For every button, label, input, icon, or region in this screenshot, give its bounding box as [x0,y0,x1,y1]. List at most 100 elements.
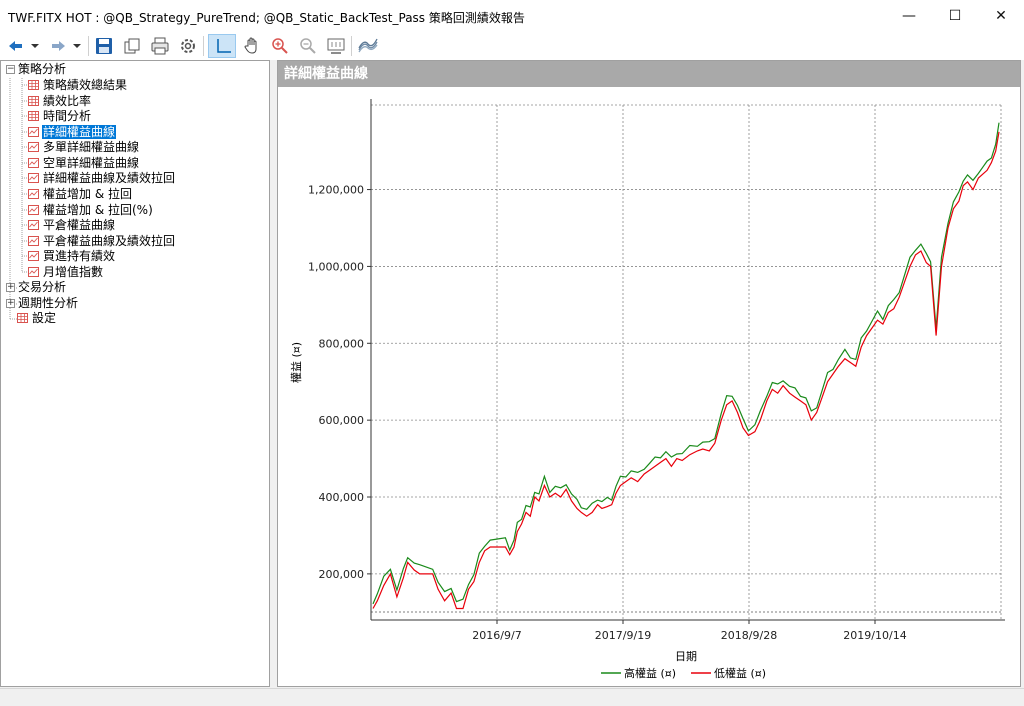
tree-item-label: 空單詳細權益曲線 [43,156,140,170]
chart-icon [28,267,39,277]
tree-item-short-equity-curve[interactable]: 空單詳細權益曲線 [28,156,140,171]
save-icon [96,38,112,54]
x-axis-ticks: 2016/9/7 2017/9/19 2018/9/28 2019/10/14 [472,620,907,642]
tree-item-label: 平倉權益曲線及績效拉回 [43,234,176,248]
zoom-in-button[interactable] [268,34,292,58]
toolbar [0,32,1024,60]
crosshair-tool-button[interactable] [208,34,236,58]
expand-toggle[interactable]: − [6,65,15,74]
tree-group-label: 策略分析 [18,62,67,76]
tree-group-strategy[interactable]: 策略分析 [17,62,67,77]
y-tick-label: 800,000 [319,337,365,350]
tree-group-label: 交易分析 [18,280,67,294]
print-button[interactable] [148,34,172,58]
tree-item-label: 月增值指數 [43,265,104,279]
minimize-button[interactable]: — [886,0,932,32]
fit-icon [327,38,345,54]
title-bar: TWF.FITX HOT : @QB_Strategy_PureTrend; @… [0,0,1024,32]
high-equity-series-line [372,122,1000,605]
tree-item-label: 權益增加 & 拉回(%) [43,203,153,217]
chart-icon [28,251,39,261]
x-tick-label: 2017/9/19 [595,629,651,642]
tree-item-equity-runup-percent[interactable]: 權益增加 & 拉回(%) [28,203,154,218]
table-icon [28,80,39,90]
dropdown-icon [31,44,39,48]
low-equity-series-line [372,131,1000,610]
forward-button[interactable] [46,34,70,58]
tree-item-ratios[interactable]: 績效比率 [28,94,92,109]
chart-icon [28,236,39,246]
minimize-icon: — [902,8,916,24]
tree-item-label: 多單詳細權益曲線 [43,140,140,154]
settings-icon [181,39,195,53]
tree-item-summary[interactable]: 策略績效總結果 [28,78,128,93]
settings-button[interactable] [176,34,200,58]
tree-item-long-equity-curve[interactable]: 多單詳細權益曲線 [28,140,140,155]
x-tick-label: 2016/9/7 [472,629,521,642]
pan-tool-button[interactable] [240,34,264,58]
forward-dropdown-button[interactable] [70,34,84,58]
chart-icon [28,205,39,215]
legend-high-label: 高權益 (¤) [624,666,676,680]
chart-legend: 高權益 (¤) 低權益 (¤) [601,666,766,680]
back-dropdown-button[interactable] [28,34,42,58]
copy-icon [124,38,140,54]
tree-item-equity-drawdown[interactable]: 詳細權益曲線及績效拉回 [28,171,176,186]
tree-item-buy-hold[interactable]: 買進持有績效 [28,249,116,264]
back-icon [9,41,22,51]
close-icon: ✕ [995,8,1007,24]
tree-item-closed-equity[interactable]: 平倉權益曲線 [28,218,116,233]
x-axis-label: 日期 [675,650,697,663]
y-tick-label: 200,000 [319,568,365,581]
crosshair-icon [217,39,231,53]
chart-icon [28,220,39,230]
window-title: TWF.FITX HOT : @QB_Strategy_PureTrend; @… [8,11,525,25]
tree-item-equity-curve[interactable]: 詳細權益曲線 [28,125,117,140]
tree-item-label: 策略績效總結果 [43,78,128,92]
tree-item-label: 時間分析 [43,109,92,123]
chart-icon [28,173,39,183]
toolbar-separator [203,36,204,56]
zoom-in-icon [272,38,288,54]
tree-item-label: 設定 [32,311,57,325]
close-button[interactable]: ✕ [978,0,1024,32]
report-tree: − 策略分析 策略績效總結果 績效比率 時間分析 詳細權益曲線 多單詳細權益曲線… [0,60,270,687]
zoom-out-icon [300,38,316,54]
chart-icon [28,127,39,137]
tree-item-closed-equity-drawdown[interactable]: 平倉權益曲線及績效拉回 [28,234,176,249]
tree-item-monthly-index[interactable]: 月增值指數 [28,265,104,280]
tree-group-label: 週期性分析 [18,296,79,310]
chart-axes [370,99,1005,621]
tree-item-time-analysis[interactable]: 時間分析 [28,109,92,124]
toolbar-separator [351,36,352,56]
maximize-button[interactable]: ☐ [932,0,978,32]
pan-icon [244,37,257,54]
print-icon [151,37,169,55]
tree-item-label: 詳細權益曲線 [42,125,117,139]
table-icon [28,96,39,106]
fit-view-button[interactable] [324,34,348,58]
copy-button[interactable] [120,34,144,58]
expand-toggle[interactable]: + [6,299,15,308]
chart-icon [28,142,39,152]
tree-group-trade-analysis[interactable]: 交易分析 [17,280,67,295]
tree-item-equity-runup[interactable]: 權益增加 & 拉回 [28,187,133,202]
tree-group-periodic-analysis[interactable]: 週期性分析 [17,296,79,311]
zoom-out-button[interactable] [296,34,320,58]
panel-title: 詳細權益曲線 [278,61,1020,87]
equity-chart[interactable]: 200,000 400,000 600,000 800,000 1,000,000 1,2… [278,87,1020,686]
toolbar-separator [88,36,89,56]
legend-low-label: 低權益 (¤) [714,666,766,680]
expand-toggle[interactable]: + [6,283,15,292]
tree-item-label: 權益增加 & 拉回 [43,187,132,201]
chart-style-button[interactable] [356,34,380,58]
chart-icon [28,158,39,168]
y-tick-label: 1,200,000 [308,184,364,197]
tree-item-label: 績效比率 [43,94,92,108]
tree-item-settings[interactable]: 設定 [17,311,57,326]
save-button[interactable] [92,34,116,58]
x-tick-label: 2018/9/28 [721,629,777,642]
y-tick-label: 400,000 [319,491,365,504]
x-tick-label: 2019/10/14 [843,629,906,642]
back-button[interactable] [4,34,28,58]
